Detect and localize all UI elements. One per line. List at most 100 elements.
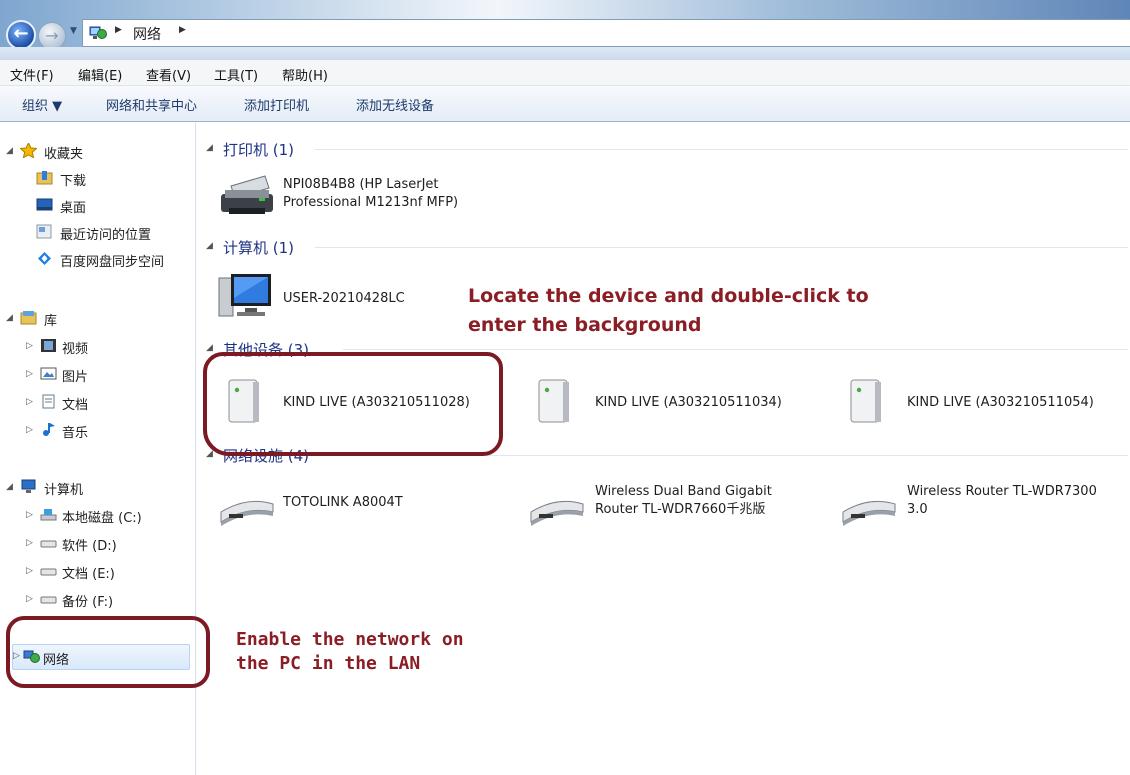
computer-item[interactable]: USER-20210428LC <box>217 268 497 324</box>
document-icon <box>42 394 55 409</box>
device-label: KIND LIVE (A303210511034) <box>595 395 782 410</box>
collapse-icon[interactable]: ◢ <box>206 241 213 251</box>
star-icon <box>20 143 37 158</box>
router-label-line1: Wireless Dual Band Gigabit <box>595 484 772 499</box>
nav-drive-d[interactable]: ▷ 软件 (D:) <box>0 532 195 556</box>
downloads-folder-icon <box>36 171 53 185</box>
collapse-icon[interactable]: ◢ <box>6 313 13 323</box>
network-annotation: Enable the network on the PC in the LAN <box>236 628 566 676</box>
breadcrumb-separator-icon[interactable]: ▶ <box>115 25 122 35</box>
nav-pictures[interactable]: ▷ 图片 <box>0 363 195 387</box>
router-label-line2: Router TL-WDR7660千兆版 <box>595 502 766 517</box>
device-annotation-line2: enter the background <box>468 314 702 336</box>
group-divider <box>315 149 1128 150</box>
nav-label: 图片 <box>62 370 89 385</box>
expand-icon[interactable]: ▷ <box>26 510 33 520</box>
nav-downloads[interactable]: 下载 <box>0 167 195 191</box>
history-dropdown-icon[interactable]: ▼ <box>70 26 77 36</box>
nav-recent[interactable]: 最近访问的位置 <box>0 221 195 245</box>
nav-drive-f[interactable]: ▷ 备份 (F:) <box>0 588 195 612</box>
nav-label: 音乐 <box>62 426 89 441</box>
address-bar-bottom <box>0 47 1130 60</box>
organize-button[interactable]: 组织 ▼ <box>22 95 62 114</box>
network-annotation-line1: Enable the network on <box>236 629 464 650</box>
nav-label: 文档 <box>62 398 89 413</box>
nav-favorites[interactable]: ◢ 收藏夹 <box>0 140 195 164</box>
printer-item[interactable]: NPI08B4B8 (HP LaserJet Professional M121… <box>217 170 517 226</box>
network-center-button[interactable]: 网络和共享中心 <box>106 95 197 114</box>
nav-drive-c[interactable]: ▷ 本地磁盘 (C:) <box>0 504 195 528</box>
collapse-icon[interactable]: ◢ <box>6 482 13 492</box>
nav-label: 百度网盘同步空间 <box>60 255 165 270</box>
nav-music[interactable]: ▷ 音乐 <box>0 419 195 443</box>
group-printers[interactable]: ◢ 打印机 (1) <box>203 138 1128 160</box>
nav-label: 最近访问的位置 <box>60 228 152 243</box>
expand-icon[interactable]: ▷ <box>26 538 33 548</box>
library-icon <box>20 311 37 325</box>
nav-label: 下载 <box>60 174 87 189</box>
collapse-icon[interactable]: ◢ <box>206 143 213 153</box>
command-bar: 组织 ▼ 网络和共享中心 添加打印机 添加无线设备 <box>0 86 1130 122</box>
nav-computer[interactable]: ◢ 计算机 <box>0 476 195 500</box>
router-item[interactable]: Wireless Router TL-WDR7300 3.0 <box>839 482 1128 538</box>
nav-label: 备份 (F:) <box>62 595 114 610</box>
computer-label: USER-20210428LC <box>283 291 405 306</box>
back-button[interactable]: ← <box>6 20 36 50</box>
router-label: TOTOLINK A8004T <box>283 495 403 510</box>
nav-baidu[interactable]: 百度网盘同步空间 <box>0 248 195 272</box>
menu-help[interactable]: 帮助(H) <box>282 65 328 84</box>
desktop-icon <box>36 198 53 211</box>
nav-libraries[interactable]: ◢ 库 <box>0 307 195 331</box>
expand-icon[interactable]: ▷ <box>26 397 33 407</box>
forward-button[interactable]: → <box>38 22 66 50</box>
device-item[interactable]: KIND LIVE (A303210511054) <box>843 374 1128 430</box>
nav-documents[interactable]: ▷ 文档 <box>0 391 195 415</box>
printer-label-line1: NPI08B4B8 (HP LaserJet <box>283 177 439 192</box>
baidu-sync-icon <box>38 252 51 265</box>
drive-icon <box>40 568 57 576</box>
collapse-icon[interactable]: ◢ <box>206 343 213 353</box>
nav-label: 库 <box>44 314 58 329</box>
address-input[interactable]: ▶ 网络 ▶ <box>82 19 1130 47</box>
collapse-icon[interactable]: ◢ <box>206 449 213 459</box>
group-label: 打印机 (1) <box>223 141 295 159</box>
router-label-line2: 3.0 <box>907 502 928 517</box>
router-icon <box>220 500 274 526</box>
expand-icon[interactable]: ▷ <box>26 594 33 604</box>
network-icon <box>89 26 107 39</box>
menu-bar: 文件(F) 编辑(E) 查看(V) 工具(T) 帮助(H) <box>0 60 1130 86</box>
breadcrumb-separator-icon[interactable]: ▶ <box>179 25 186 35</box>
expand-icon[interactable]: ▷ <box>26 369 33 379</box>
expand-icon[interactable]: ▷ <box>26 425 33 435</box>
group-divider <box>343 349 1128 350</box>
pictures-icon <box>40 367 57 380</box>
router-item[interactable]: Wireless Dual Band Gigabit Router TL-WDR… <box>527 482 827 538</box>
address-bar-area: ← → ▼ ▶ 网络 ▶ <box>0 0 1130 60</box>
add-printer-button[interactable]: 添加打印机 <box>244 95 309 114</box>
network-annotation-line2: the PC in the LAN <box>236 653 421 674</box>
nav-videos[interactable]: ▷ 视频 <box>0 335 195 359</box>
nav-label: 软件 (D:) <box>62 539 117 554</box>
nav-drive-e[interactable]: ▷ 文档 (E:) <box>0 560 195 584</box>
nav-label: 桌面 <box>60 201 87 216</box>
device-icon <box>850 379 881 423</box>
device-icon <box>538 379 569 423</box>
menu-file[interactable]: 文件(F) <box>10 65 54 84</box>
group-computers[interactable]: ◢ 计算机 (1) <box>203 236 1128 258</box>
nav-desktop[interactable]: 桌面 <box>0 194 195 218</box>
breadcrumb-network[interactable]: 网络 <box>133 24 161 44</box>
expand-icon[interactable]: ▷ <box>26 341 33 351</box>
menu-view[interactable]: 查看(V) <box>146 65 191 84</box>
device-annotation-line1: Locate the device and double-click to <box>468 285 869 307</box>
expand-icon[interactable]: ▷ <box>26 566 33 576</box>
menu-edit[interactable]: 编辑(E) <box>78 65 122 84</box>
nav-label: 本地磁盘 (C:) <box>62 511 142 526</box>
add-wireless-button[interactable]: 添加无线设备 <box>356 95 434 114</box>
device-item[interactable]: KIND LIVE (A303210511034) <box>531 374 821 430</box>
music-icon <box>43 423 55 436</box>
collapse-icon[interactable]: ◢ <box>6 146 13 156</box>
group-divider <box>315 247 1128 248</box>
computer-icon <box>218 274 271 317</box>
menu-tools[interactable]: 工具(T) <box>214 65 258 84</box>
router-item[interactable]: TOTOLINK A8004T <box>217 482 497 538</box>
